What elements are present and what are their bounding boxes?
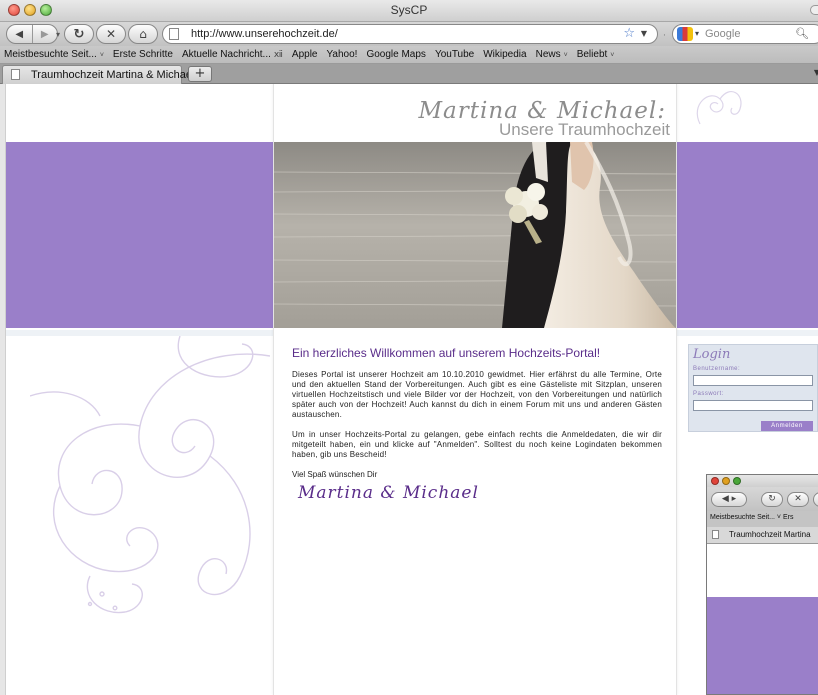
chevron-down-icon: ˅ [99, 52, 104, 59]
username-label: Benutzername: [693, 366, 741, 372]
url-text[interactable]: http://www.unserehochzeit.de/ [191, 28, 338, 40]
bookmark-item[interactable]: YouTube [435, 49, 474, 60]
bookmark-label: Beliebt [576, 49, 608, 60]
bookmark-item[interactable]: Apple [292, 49, 318, 60]
title-bar: SysCP [0, 0, 818, 22]
plus-icon: + [194, 66, 206, 81]
wedding-couple-photo [274, 142, 676, 328]
nested-home-button[interactable] [813, 492, 818, 507]
nested-reload-button[interactable]: ↻ [761, 492, 783, 507]
page-icon [11, 69, 20, 80]
bookmark-label: Google Maps [366, 49, 426, 60]
nested-back-forward-button[interactable]: ◀ ▸ [711, 492, 747, 507]
bookmark-item[interactable]: Aktuelle Nachricht... ⅻ [182, 49, 283, 60]
bookmark-label: Apple [291, 49, 318, 60]
search-engine-dropdown-icon[interactable]: ▾ [695, 29, 699, 38]
bookmark-item[interactable]: Yahoo! [327, 49, 358, 60]
login-title: Login [693, 347, 731, 362]
tab-list-dropdown-icon[interactable]: ▼ [814, 68, 818, 77]
new-tab-button[interactable]: + [188, 66, 212, 82]
welcome-content: Ein herzliches Willkommen auf unserem Ho… [292, 346, 662, 503]
browser-window: SysCP ◀ ▶ ▾ ↻ ✕ ⌂ http://www.unserehochz… [0, 0, 818, 695]
bookmark-star-icon[interactable]: ☆ [623, 26, 635, 41]
rss-icon: ⅻ [273, 49, 283, 59]
bookmark-item[interactable]: News ˅ [536, 49, 568, 60]
tab-bar: Traumhochzeit Martina & Michael + ▼ [0, 64, 818, 84]
web-page: Martina & Michael: Unsere Traumhochzeit [0, 84, 818, 695]
stop-icon: ✕ [105, 27, 117, 41]
history-dropdown-icon[interactable]: ▾ [56, 30, 60, 39]
page-icon [169, 28, 179, 40]
bookmark-item[interactable]: Beliebt ˅ [577, 49, 615, 60]
signature: Martina & Michael [298, 483, 479, 503]
password-label: Passwort: [693, 391, 724, 397]
bookmark-label: Yahoo! [326, 49, 358, 60]
tab-active[interactable]: Traumhochzeit Martina & Michael [2, 65, 194, 84]
welcome-heading: Ein herzliches Willkommen auf unserem Ho… [292, 346, 601, 360]
chevron-down-icon: ˅ [563, 52, 568, 59]
chevron-down-icon: ˅ [610, 52, 615, 59]
toolbar-separator: · [663, 31, 666, 41]
bookmark-label: YouTube [434, 49, 475, 60]
bookmark-label: Aktuelle Nachricht... [181, 49, 271, 60]
nested-close-button[interactable] [711, 477, 719, 485]
window-title: SysCP [390, 3, 428, 17]
address-bar[interactable]: http://www.unserehochzeit.de/ ☆ ▼ [162, 24, 658, 44]
search-engine-icon[interactable] [677, 27, 693, 41]
back-arrow-icon[interactable]: ◀ [7, 29, 32, 40]
nested-minimize-button[interactable] [722, 477, 730, 485]
url-dropdown-icon[interactable]: ▼ [641, 29, 647, 38]
nested-title-bar [707, 475, 818, 487]
bookmarks-bar: Meistbesuchte Seit... ˅ Erste Schritte Ak… [0, 46, 818, 64]
reload-icon: ↻ [73, 26, 85, 42]
back-forward-button-group: ◀ ▶ [6, 24, 58, 44]
page-icon [712, 530, 719, 539]
stop-button[interactable]: ✕ [96, 24, 126, 44]
forward-arrow-icon[interactable]: ▶ [32, 29, 57, 40]
login-instructions-paragraph: Um in unser Hochzeits-Portal zu gelangen… [292, 430, 662, 459]
intro-paragraph: Dieses Portal ist unserer Hochzeit am 10… [292, 370, 662, 419]
greeting-text: Viel Spaß wünschen Dir [292, 470, 378, 479]
nested-browser-window: ◀ ▸ ↻ ✕ Meistbesuchte Seit... ˅ Ers Trau… [706, 474, 818, 695]
search-input[interactable]: Google [705, 28, 740, 40]
bookmark-label: Meistbesuchte Seit... [4, 49, 97, 60]
nested-tab[interactable]: Traumhochzeit Martina [707, 527, 818, 544]
nested-bookmarks-bar: Meistbesuchte Seit... ˅ Ers [707, 511, 818, 527]
nested-tab-label: Traumhochzeit Martina [729, 530, 811, 539]
bookmark-item[interactable]: Meistbesuchte Seit... ˅ [4, 49, 104, 60]
bookmark-item[interactable]: Wikipedia [483, 49, 526, 60]
nested-toolbar: ◀ ▸ ↻ ✕ [707, 487, 818, 511]
login-button[interactable]: Anmelden [761, 421, 813, 431]
nested-zoom-button[interactable] [733, 477, 741, 485]
username-field[interactable] [693, 375, 813, 386]
home-button[interactable]: ⌂ [128, 24, 158, 44]
bookmark-label: Wikipedia [483, 49, 527, 60]
brand-subtitle: Unsere Traumhochzeit [498, 120, 670, 139]
nested-purple-band [707, 597, 818, 694]
bookmark-item[interactable]: Erste Schritte [113, 49, 173, 60]
tab-label: Traumhochzeit Martina & Michael [31, 69, 195, 81]
ornament-swirl-top [696, 91, 742, 125]
ornament-swirl-left [30, 336, 270, 614]
bookmark-item[interactable]: Google Maps [366, 49, 425, 60]
home-icon: ⌂ [139, 27, 147, 41]
toolbar-toggle-button[interactable] [810, 5, 818, 15]
reload-button[interactable]: ↻ [64, 24, 94, 44]
nested-stop-button[interactable]: ✕ [787, 492, 809, 507]
login-box: Login Benutzername: Passwort: Anmelden [688, 344, 818, 432]
search-icon[interactable]: 🔍︎ [795, 27, 809, 40]
bookmark-label: Erste Schritte [112, 49, 173, 60]
password-field[interactable] [693, 400, 813, 411]
navigation-toolbar: ◀ ▶ ▾ ↻ ✕ ⌂ http://www.unserehochzeit.de… [0, 22, 818, 46]
content-column: Martina & Michael: Unsere Traumhochzeit [273, 84, 677, 695]
search-bar[interactable]: ▾ Google 🔍︎ [672, 24, 818, 44]
bookmark-label: News [535, 49, 561, 60]
